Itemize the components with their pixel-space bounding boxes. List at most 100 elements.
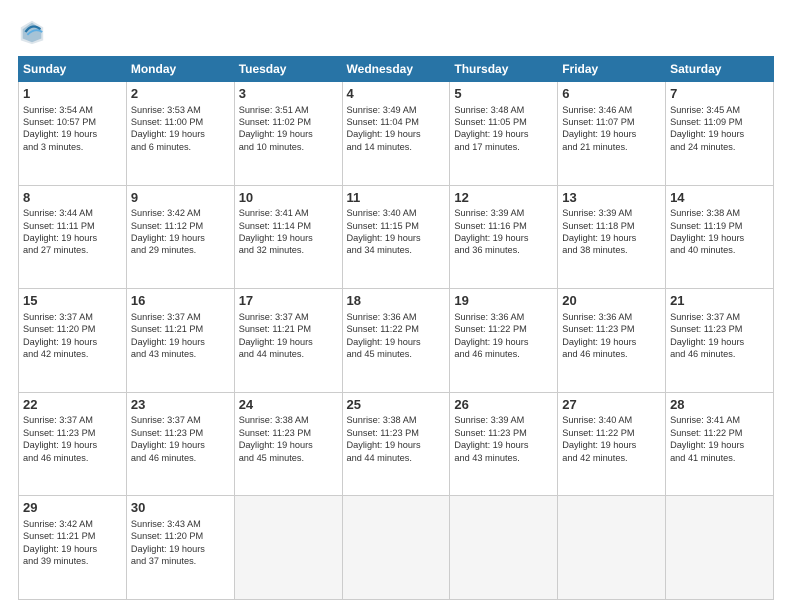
cell-info: Sunrise: 3:42 AMSunset: 11:21 PMDaylight… [23, 518, 122, 568]
day-number: 15 [23, 292, 122, 310]
day-number: 16 [131, 292, 230, 310]
day-header-monday: Monday [126, 57, 234, 82]
day-number: 29 [23, 499, 122, 517]
day-number: 23 [131, 396, 230, 414]
calendar-cell: 6Sunrise: 3:46 AMSunset: 11:07 PMDayligh… [558, 82, 666, 186]
day-number: 21 [670, 292, 769, 310]
cell-info: Sunrise: 3:38 AMSunset: 11:23 PMDaylight… [347, 414, 446, 464]
calendar-cell: 30Sunrise: 3:43 AMSunset: 11:20 PMDaylig… [126, 496, 234, 600]
calendar-cell: 9Sunrise: 3:42 AMSunset: 11:12 PMDayligh… [126, 185, 234, 289]
cell-info: Sunrise: 3:39 AMSunset: 11:18 PMDaylight… [562, 207, 661, 257]
day-number: 5 [454, 85, 553, 103]
day-number: 25 [347, 396, 446, 414]
calendar-cell: 13Sunrise: 3:39 AMSunset: 11:18 PMDaylig… [558, 185, 666, 289]
cell-info: Sunrise: 3:48 AMSunset: 11:05 PMDaylight… [454, 104, 553, 154]
day-number: 10 [239, 189, 338, 207]
calendar-cell: 22Sunrise: 3:37 AMSunset: 11:23 PMDaylig… [19, 392, 127, 496]
day-header-sunday: Sunday [19, 57, 127, 82]
calendar-cell: 5Sunrise: 3:48 AMSunset: 11:05 PMDayligh… [450, 82, 558, 186]
calendar-cell: 1Sunrise: 3:54 AMSunset: 10:57 PMDayligh… [19, 82, 127, 186]
logo [18, 18, 50, 46]
calendar-cell [342, 496, 450, 600]
calendar-cell: 20Sunrise: 3:36 AMSunset: 11:23 PMDaylig… [558, 289, 666, 393]
cell-info: Sunrise: 3:37 AMSunset: 11:23 PMDaylight… [131, 414, 230, 464]
calendar-cell: 28Sunrise: 3:41 AMSunset: 11:22 PMDaylig… [666, 392, 774, 496]
day-header-thursday: Thursday [450, 57, 558, 82]
calendar-cell: 17Sunrise: 3:37 AMSunset: 11:21 PMDaylig… [234, 289, 342, 393]
day-number: 8 [23, 189, 122, 207]
calendar-cell: 15Sunrise: 3:37 AMSunset: 11:20 PMDaylig… [19, 289, 127, 393]
calendar-cell: 27Sunrise: 3:40 AMSunset: 11:22 PMDaylig… [558, 392, 666, 496]
day-number: 27 [562, 396, 661, 414]
calendar-cell [558, 496, 666, 600]
cell-info: Sunrise: 3:46 AMSunset: 11:07 PMDaylight… [562, 104, 661, 154]
calendar-cell: 4Sunrise: 3:49 AMSunset: 11:04 PMDayligh… [342, 82, 450, 186]
day-number: 7 [670, 85, 769, 103]
calendar-cell: 24Sunrise: 3:38 AMSunset: 11:23 PMDaylig… [234, 392, 342, 496]
day-header-wednesday: Wednesday [342, 57, 450, 82]
day-number: 1 [23, 85, 122, 103]
day-number: 11 [347, 189, 446, 207]
calendar-cell: 8Sunrise: 3:44 AMSunset: 11:11 PMDayligh… [19, 185, 127, 289]
day-number: 9 [131, 189, 230, 207]
day-number: 19 [454, 292, 553, 310]
day-number: 26 [454, 396, 553, 414]
calendar-cell [234, 496, 342, 600]
cell-info: Sunrise: 3:41 AMSunset: 11:14 PMDaylight… [239, 207, 338, 257]
cell-info: Sunrise: 3:44 AMSunset: 11:11 PMDaylight… [23, 207, 122, 257]
day-number: 24 [239, 396, 338, 414]
cell-info: Sunrise: 3:42 AMSunset: 11:12 PMDaylight… [131, 207, 230, 257]
cell-info: Sunrise: 3:41 AMSunset: 11:22 PMDaylight… [670, 414, 769, 464]
cell-info: Sunrise: 3:40 AMSunset: 11:15 PMDaylight… [347, 207, 446, 257]
cell-info: Sunrise: 3:37 AMSunset: 11:20 PMDaylight… [23, 311, 122, 361]
calendar-cell: 2Sunrise: 3:53 AMSunset: 11:00 PMDayligh… [126, 82, 234, 186]
day-header-friday: Friday [558, 57, 666, 82]
day-number: 4 [347, 85, 446, 103]
cell-info: Sunrise: 3:36 AMSunset: 11:23 PMDaylight… [562, 311, 661, 361]
day-number: 17 [239, 292, 338, 310]
calendar-cell: 3Sunrise: 3:51 AMSunset: 11:02 PMDayligh… [234, 82, 342, 186]
cell-info: Sunrise: 3:39 AMSunset: 11:23 PMDaylight… [454, 414, 553, 464]
day-header-saturday: Saturday [666, 57, 774, 82]
calendar-cell [666, 496, 774, 600]
cell-info: Sunrise: 3:36 AMSunset: 11:22 PMDaylight… [454, 311, 553, 361]
day-number: 6 [562, 85, 661, 103]
cell-info: Sunrise: 3:51 AMSunset: 11:02 PMDaylight… [239, 104, 338, 154]
calendar-cell: 14Sunrise: 3:38 AMSunset: 11:19 PMDaylig… [666, 185, 774, 289]
cell-info: Sunrise: 3:40 AMSunset: 11:22 PMDaylight… [562, 414, 661, 464]
calendar-cell: 29Sunrise: 3:42 AMSunset: 11:21 PMDaylig… [19, 496, 127, 600]
calendar-cell: 7Sunrise: 3:45 AMSunset: 11:09 PMDayligh… [666, 82, 774, 186]
cell-info: Sunrise: 3:39 AMSunset: 11:16 PMDaylight… [454, 207, 553, 257]
cell-info: Sunrise: 3:38 AMSunset: 11:19 PMDaylight… [670, 207, 769, 257]
cell-info: Sunrise: 3:37 AMSunset: 11:23 PMDaylight… [670, 311, 769, 361]
cell-info: Sunrise: 3:37 AMSunset: 11:21 PMDaylight… [131, 311, 230, 361]
cell-info: Sunrise: 3:53 AMSunset: 11:00 PMDaylight… [131, 104, 230, 154]
day-number: 18 [347, 292, 446, 310]
calendar-cell: 10Sunrise: 3:41 AMSunset: 11:14 PMDaylig… [234, 185, 342, 289]
cell-info: Sunrise: 3:45 AMSunset: 11:09 PMDaylight… [670, 104, 769, 154]
calendar-cell: 18Sunrise: 3:36 AMSunset: 11:22 PMDaylig… [342, 289, 450, 393]
day-number: 13 [562, 189, 661, 207]
day-number: 22 [23, 396, 122, 414]
calendar-cell: 21Sunrise: 3:37 AMSunset: 11:23 PMDaylig… [666, 289, 774, 393]
calendar-cell: 19Sunrise: 3:36 AMSunset: 11:22 PMDaylig… [450, 289, 558, 393]
calendar-table: SundayMondayTuesdayWednesdayThursdayFrid… [18, 56, 774, 600]
day-number: 20 [562, 292, 661, 310]
day-number: 2 [131, 85, 230, 103]
day-number: 28 [670, 396, 769, 414]
day-number: 14 [670, 189, 769, 207]
calendar-cell: 16Sunrise: 3:37 AMSunset: 11:21 PMDaylig… [126, 289, 234, 393]
day-number: 30 [131, 499, 230, 517]
calendar-cell: 12Sunrise: 3:39 AMSunset: 11:16 PMDaylig… [450, 185, 558, 289]
calendar-cell: 26Sunrise: 3:39 AMSunset: 11:23 PMDaylig… [450, 392, 558, 496]
day-header-tuesday: Tuesday [234, 57, 342, 82]
day-number: 3 [239, 85, 338, 103]
day-number: 12 [454, 189, 553, 207]
calendar-cell: 23Sunrise: 3:37 AMSunset: 11:23 PMDaylig… [126, 392, 234, 496]
cell-info: Sunrise: 3:43 AMSunset: 11:20 PMDaylight… [131, 518, 230, 568]
cell-info: Sunrise: 3:37 AMSunset: 11:21 PMDaylight… [239, 311, 338, 361]
calendar-cell [450, 496, 558, 600]
calendar-cell: 11Sunrise: 3:40 AMSunset: 11:15 PMDaylig… [342, 185, 450, 289]
cell-info: Sunrise: 3:37 AMSunset: 11:23 PMDaylight… [23, 414, 122, 464]
cell-info: Sunrise: 3:54 AMSunset: 10:57 PMDaylight… [23, 104, 122, 154]
